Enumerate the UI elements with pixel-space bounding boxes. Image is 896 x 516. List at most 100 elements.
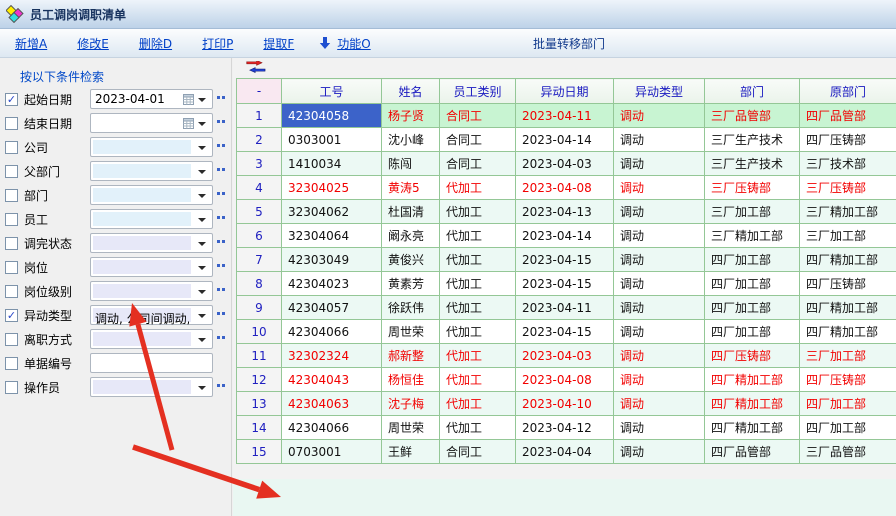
row-number-cell[interactable]: 6 — [237, 224, 282, 248]
combo-select[interactable]: 调动, 公司间调动, 调 — [90, 305, 213, 325]
name-cell[interactable]: 郝新整 — [382, 344, 440, 368]
column-header[interactable]: 员工类别 — [440, 79, 516, 104]
row-number-cell[interactable]: 4 — [237, 176, 282, 200]
table-row[interactable]: 150703001王鲜合同工2023-04-04调动四厂品管部三厂品管部 — [237, 440, 896, 464]
dropdown-arrow-icon[interactable] — [198, 146, 206, 150]
employee-id-cell[interactable]: 32304064 — [282, 224, 382, 248]
batch-transfer-button[interactable]: 批量转移部门 — [533, 35, 605, 52]
employee-type-cell[interactable]: 代加工 — [440, 392, 516, 416]
row-number-cell[interactable]: 12 — [237, 368, 282, 392]
toolbar-button[interactable]: 删除D — [139, 35, 172, 52]
table-row[interactable]: 1342304063沈子梅代加工2023-04-10调动四厂精加工部四厂加工部 — [237, 392, 896, 416]
change-type-cell[interactable]: 调动 — [614, 224, 705, 248]
table-row[interactable]: 1132302324郝新整代加工2023-04-03调动四厂压铸部三厂加工部 — [237, 344, 896, 368]
row-number-cell[interactable]: 3 — [237, 152, 282, 176]
table-row[interactable]: 31410034陈闯合同工2023-04-03调动三厂生产技术三厂技术部 — [237, 152, 896, 176]
change-type-cell[interactable]: 调动 — [614, 176, 705, 200]
row-number-cell[interactable]: 5 — [237, 200, 282, 224]
date-input[interactable] — [90, 113, 213, 133]
original-department-cell[interactable]: 四厂加工部 — [800, 416, 896, 440]
change-date-cell[interactable]: 2023-04-10 — [516, 392, 614, 416]
table-row[interactable]: 942304057徐跃伟代加工2023-04-11调动四厂加工部四厂精加工部 — [237, 296, 896, 320]
department-cell[interactable]: 三厂生产技术 — [705, 128, 800, 152]
filter-checkbox[interactable] — [5, 285, 18, 298]
department-cell[interactable]: 三厂压铸部 — [705, 176, 800, 200]
name-cell[interactable]: 徐跃伟 — [382, 296, 440, 320]
original-department-cell[interactable]: 三厂加工部 — [800, 344, 896, 368]
department-cell[interactable]: 三厂品管部 — [705, 104, 800, 128]
change-date-cell[interactable]: 2023-04-03 — [516, 344, 614, 368]
column-header[interactable]: 工号 — [282, 79, 382, 104]
change-date-cell[interactable]: 2023-04-12 — [516, 416, 614, 440]
change-type-cell[interactable]: 调动 — [614, 296, 705, 320]
employee-id-cell[interactable]: 1410034 — [282, 152, 382, 176]
name-cell[interactable]: 沈小峰 — [382, 128, 440, 152]
original-department-cell[interactable]: 四厂精加工部 — [800, 296, 896, 320]
name-cell[interactable]: 杨恒佳 — [382, 368, 440, 392]
row-number-cell[interactable]: 1 — [237, 104, 282, 128]
name-cell[interactable]: 黄素芳 — [382, 272, 440, 296]
change-date-cell[interactable]: 2023-04-04 — [516, 440, 614, 464]
employee-id-cell[interactable]: 42304057 — [282, 296, 382, 320]
combo-select[interactable] — [90, 137, 213, 157]
ellipsis-button[interactable] — [217, 240, 227, 243]
original-department-cell[interactable]: 四厂加工部 — [800, 392, 896, 416]
change-date-cell[interactable]: 2023-04-11 — [516, 104, 614, 128]
employee-id-cell[interactable]: 42304066 — [282, 320, 382, 344]
employee-type-cell[interactable]: 代加工 — [440, 200, 516, 224]
ellipsis-button[interactable] — [217, 288, 227, 291]
column-header[interactable]: 异动类型 — [614, 79, 705, 104]
calendar-icon[interactable] — [183, 118, 194, 132]
department-cell[interactable]: 四厂精加工部 — [705, 416, 800, 440]
original-department-cell[interactable]: 三厂技术部 — [800, 152, 896, 176]
employee-type-cell[interactable]: 代加工 — [440, 296, 516, 320]
department-cell[interactable]: 四厂加工部 — [705, 248, 800, 272]
filter-checkbox[interactable] — [5, 165, 18, 178]
filter-checkbox[interactable] — [5, 357, 18, 370]
change-date-cell[interactable]: 2023-04-15 — [516, 272, 614, 296]
department-cell[interactable]: 四厂精加工部 — [705, 368, 800, 392]
change-date-cell[interactable]: 2023-04-15 — [516, 320, 614, 344]
column-header[interactable]: 姓名 — [382, 79, 440, 104]
change-type-cell[interactable]: 调动 — [614, 440, 705, 464]
change-date-cell[interactable]: 2023-04-11 — [516, 296, 614, 320]
employee-id-cell[interactable]: 42304066 — [282, 416, 382, 440]
employee-id-cell[interactable]: 42303049 — [282, 248, 382, 272]
change-type-cell[interactable]: 调动 — [614, 368, 705, 392]
row-number-cell[interactable]: 13 — [237, 392, 282, 416]
employee-id-cell[interactable]: 42304058 — [282, 104, 382, 128]
combo-select[interactable] — [90, 233, 213, 253]
toolbar-button[interactable]: 修改E — [77, 35, 109, 52]
original-department-cell[interactable]: 四厂压铸部 — [800, 368, 896, 392]
employee-id-cell[interactable]: 42304043 — [282, 368, 382, 392]
ellipsis-button[interactable] — [217, 336, 227, 339]
column-header[interactable]: 原部门 — [800, 79, 896, 104]
employee-type-cell[interactable]: 代加工 — [440, 224, 516, 248]
department-cell[interactable]: 四厂精加工部 — [705, 392, 800, 416]
name-cell[interactable]: 陈闯 — [382, 152, 440, 176]
filter-checkbox[interactable] — [5, 213, 18, 226]
change-date-cell[interactable]: 2023-04-15 — [516, 248, 614, 272]
table-row[interactable]: 632304064阚永亮代加工2023-04-14调动三厂精加工部三厂加工部 — [237, 224, 896, 248]
filter-checkbox[interactable]: ✓ — [5, 309, 18, 322]
calendar-icon[interactable] — [183, 94, 194, 108]
change-type-cell[interactable]: 调动 — [614, 104, 705, 128]
toolbar-button[interactable]: 新增A — [15, 35, 47, 52]
combo-select[interactable] — [90, 281, 213, 301]
dropdown-arrow-icon[interactable] — [198, 98, 206, 102]
employee-type-cell[interactable]: 合同工 — [440, 440, 516, 464]
table-row[interactable]: 1242304043杨恒佳代加工2023-04-08调动四厂精加工部四厂压铸部 — [237, 368, 896, 392]
filter-checkbox[interactable] — [5, 381, 18, 394]
change-type-cell[interactable]: 调动 — [614, 128, 705, 152]
table-row[interactable]: 432304025黄涛5代加工2023-04-08调动三厂压铸部三厂压铸部 — [237, 176, 896, 200]
employee-type-cell[interactable]: 代加工 — [440, 416, 516, 440]
employee-id-cell[interactable]: 0703001 — [282, 440, 382, 464]
filter-checkbox[interactable] — [5, 237, 18, 250]
change-type-cell[interactable]: 调动 — [614, 200, 705, 224]
function-button[interactable]: 功能O — [337, 35, 370, 52]
row-number-cell[interactable]: 7 — [237, 248, 282, 272]
department-cell[interactable]: 四厂加工部 — [705, 320, 800, 344]
change-type-cell[interactable]: 调动 — [614, 152, 705, 176]
date-input[interactable]: 2023-04-01 — [90, 89, 213, 109]
dropdown-arrow-icon[interactable] — [198, 314, 206, 318]
